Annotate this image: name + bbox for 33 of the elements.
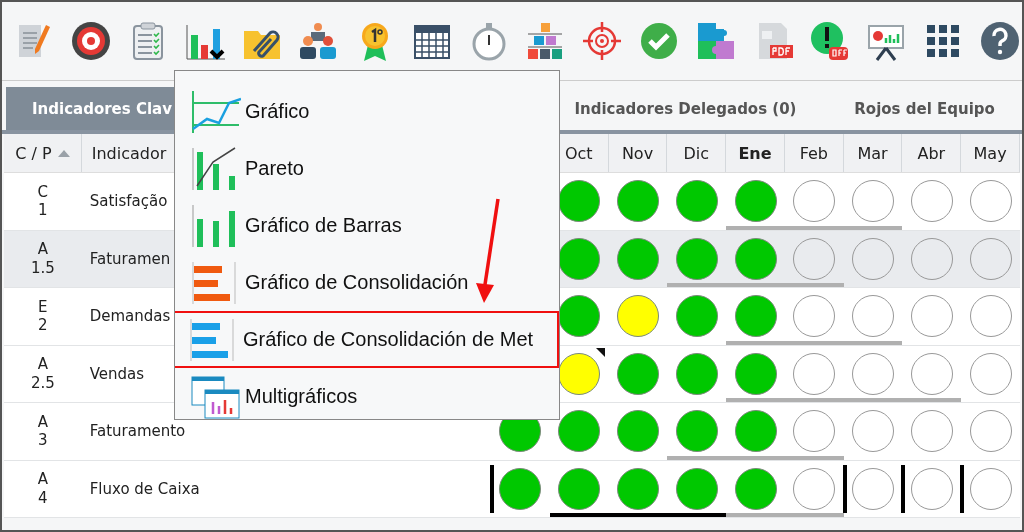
people-icon: [298, 21, 339, 61]
help-icon: [979, 21, 1020, 61]
table-cell: A 4: [37, 470, 48, 508]
table-cell: Demandas: [89, 307, 171, 326]
table-cell: Vendas: [89, 364, 145, 383]
month-header: Mar: [843, 134, 903, 172]
alert-icon: [809, 21, 850, 61]
menu-item[interactable]: Gráfico de Consolidación: [175, 254, 559, 311]
table-cell: A 1.5: [30, 240, 55, 278]
month-header: Ene: [726, 134, 785, 172]
month-header: Abr: [902, 134, 962, 172]
crosshair-icon: [582, 21, 623, 61]
table-cell: Satisfação: [89, 192, 168, 211]
table-cell: Faturamento: [89, 422, 186, 441]
puzzle-icon: [695, 21, 736, 61]
month-header: Dic: [667, 134, 727, 172]
column-header[interactable]: C / P: [4, 134, 82, 172]
table-cell: A 2.5: [30, 355, 55, 393]
menu-item[interactable]: Multigráficos: [175, 368, 559, 419]
table-cell: Fluxo de Caixa: [89, 479, 200, 498]
month-header: Nov: [608, 134, 668, 172]
menu-item[interactable]: Gráfico de Consolidación de Met: [175, 311, 559, 368]
target-icon: [71, 21, 112, 61]
table-cell: E 2: [38, 297, 48, 335]
menu-item[interactable]: Gráfico de Barras: [175, 197, 559, 254]
table-cell: Faturamen: [89, 249, 171, 268]
table-cell: A 3: [37, 412, 48, 450]
tab[interactable]: Rojos del Equipo: [828, 87, 1022, 130]
month-header: May: [961, 134, 1020, 172]
table-cell: C 1: [37, 182, 49, 220]
check-icon: [639, 21, 679, 61]
month-header: Feb: [784, 134, 844, 172]
line-chart-icon: [191, 88, 241, 135]
